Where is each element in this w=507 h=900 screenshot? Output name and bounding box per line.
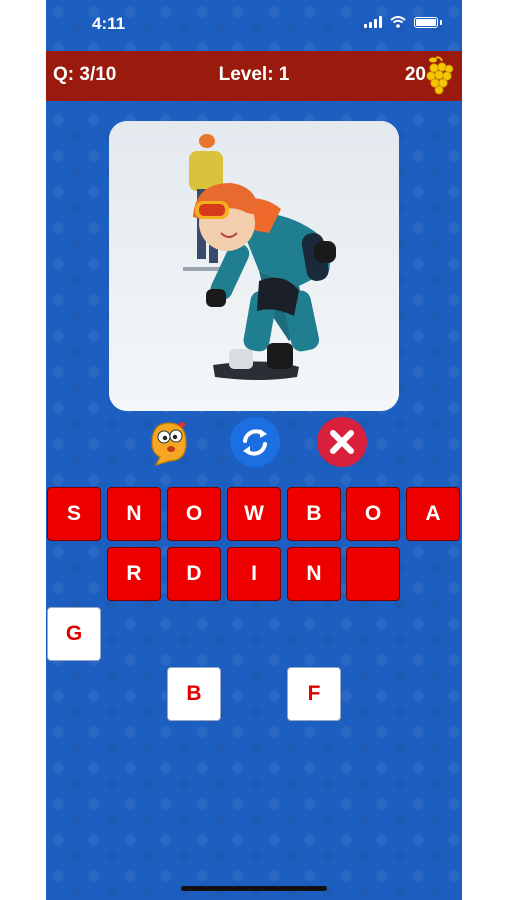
status-bar: 4:11 (46, 0, 462, 50)
game-screen: 4:11 Q: 3/10 Level: 1 20 S N O W B O A R… (46, 0, 462, 900)
letter-tile[interactable]: G (47, 607, 101, 661)
coin-count: 20 (404, 64, 426, 85)
answer-slot[interactable]: S (47, 487, 101, 541)
status-time: 4:11 (92, 14, 126, 33)
signal-icon (364, 16, 382, 28)
home-indicator[interactable] (181, 886, 327, 891)
snowboarder-image (109, 121, 399, 411)
level-label: Level: 1 (218, 64, 290, 85)
shuffle-button[interactable] (230, 417, 280, 467)
answer-slot[interactable]: B (287, 487, 341, 541)
remove-letters-button[interactable] (317, 417, 367, 467)
answer-slot-empty[interactable] (346, 547, 400, 601)
answer-slot[interactable]: A (406, 487, 460, 541)
emoji-speech-icon (151, 422, 187, 466)
answer-slot[interactable]: D (167, 547, 221, 601)
answer-slot[interactable]: N (107, 487, 161, 541)
puzzle-photo (109, 121, 399, 411)
answer-slot[interactable]: O (167, 487, 221, 541)
battery-icon (414, 16, 438, 28)
letter-tile[interactable]: F (287, 667, 341, 721)
refresh-icon (243, 429, 267, 456)
close-icon (330, 430, 354, 454)
answer-slot[interactable]: O (346, 487, 400, 541)
answer-slot[interactable]: R (107, 547, 161, 601)
answer-slot[interactable]: N (287, 547, 341, 601)
letter-tile[interactable]: B (167, 667, 221, 721)
header-bar: Q: 3/10 Level: 1 20 (46, 51, 462, 101)
wifi-icon (390, 16, 406, 28)
answer-slot[interactable]: I (227, 547, 281, 601)
grapes-icon[interactable] (426, 55, 454, 97)
battery-tip (440, 19, 442, 25)
status-icons (364, 16, 442, 28)
hint-button[interactable] (144, 417, 194, 467)
answer-slot[interactable]: W (227, 487, 281, 541)
